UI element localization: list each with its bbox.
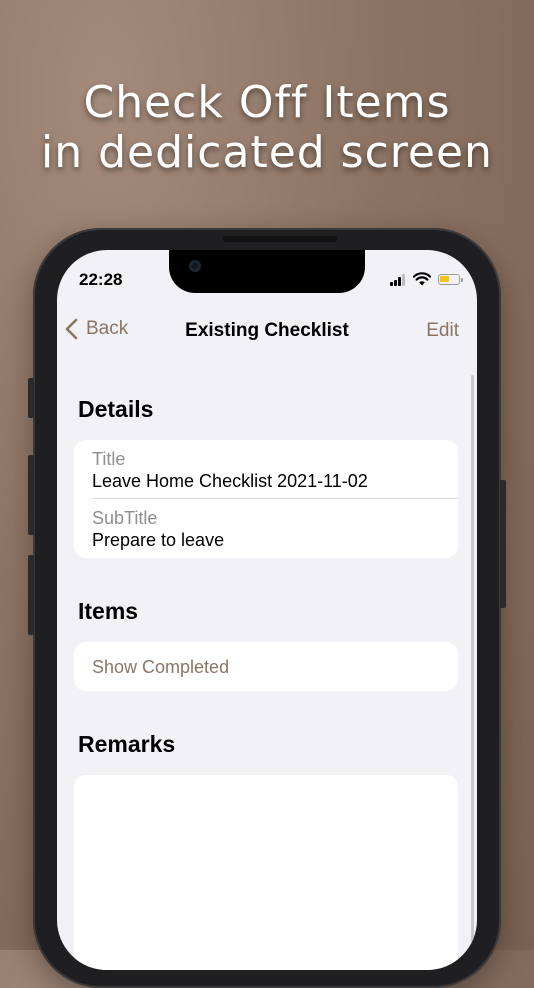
title-field[interactable]: Leave Home Checklist 2021-11-02 <box>92 471 368 492</box>
battery-fill <box>440 276 449 282</box>
show-completed-row[interactable]: Show Completed <box>74 642 458 691</box>
promo-headline: Check Off Items in dedicated screen <box>0 78 534 178</box>
phone-side-button <box>28 378 34 418</box>
subtitle-field-label: SubTitle <box>92 508 158 528</box>
divider <box>92 498 458 499</box>
cellular-signal-icon <box>390 274 408 286</box>
wifi-icon <box>412 271 432 290</box>
phone-volume-down-button <box>28 555 34 635</box>
subtitle-field[interactable]: Prepare to leave <box>92 530 224 551</box>
scroll-indicator[interactable] <box>471 375 474 970</box>
details-card: Title Leave Home Checklist 2021-11-02 Su… <box>74 440 458 558</box>
show-completed-button[interactable]: Show Completed <box>92 657 229 678</box>
notch <box>169 250 365 293</box>
phone-power-button <box>500 480 506 608</box>
details-section-header: Details <box>78 396 154 422</box>
items-section-header: Items <box>78 598 139 624</box>
headline-line-2: in dedicated screen <box>41 127 493 178</box>
phone-speaker <box>223 236 337 242</box>
status-time: 22:28 <box>79 270 123 289</box>
remarks-section-header: Remarks <box>78 731 176 757</box>
page-title: Existing Checklist <box>185 320 349 341</box>
phone-volume-up-button <box>28 455 34 535</box>
camera-icon <box>189 260 201 272</box>
phone-screen: 22:28 Back Existing Checklist Edit Detai… <box>57 250 477 970</box>
edit-button[interactable]: Edit <box>426 320 459 342</box>
title-field-label: Title <box>92 449 126 469</box>
headline-line-1: Check Off Items <box>83 77 451 128</box>
remarks-text-area[interactable] <box>74 775 458 970</box>
battery-icon <box>438 274 463 285</box>
